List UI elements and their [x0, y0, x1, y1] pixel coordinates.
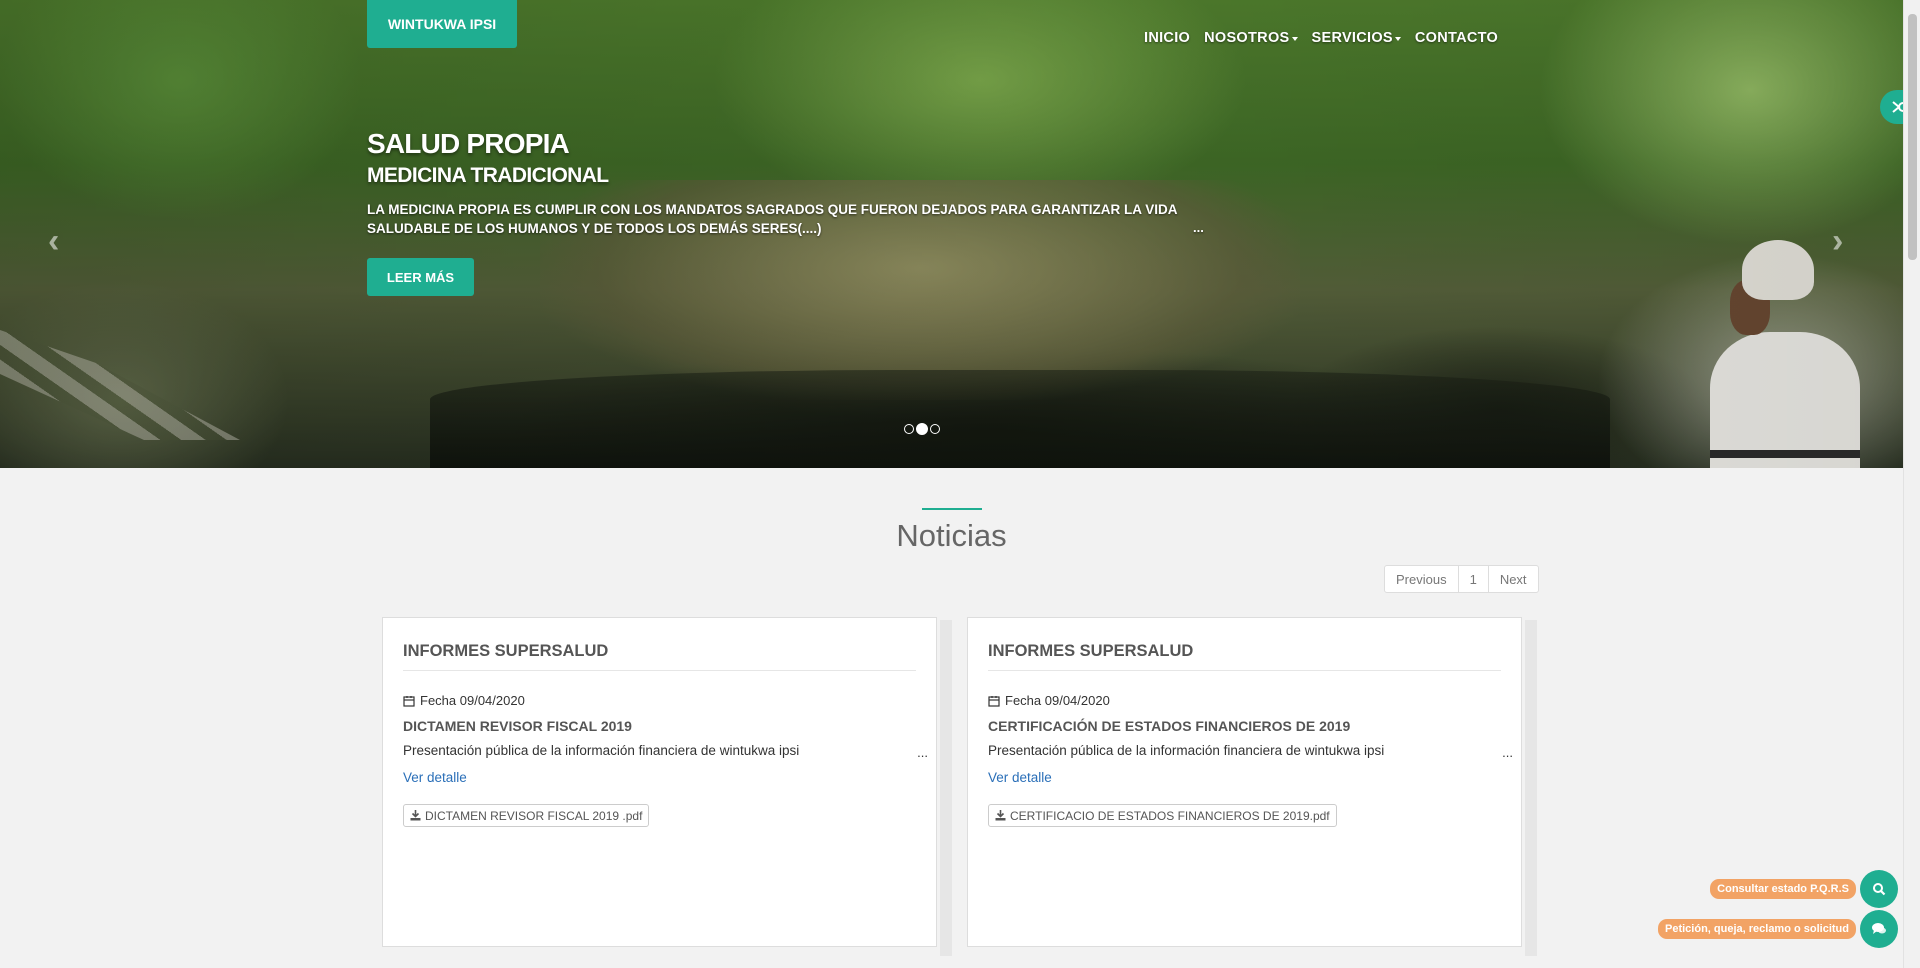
view-detail-link[interactable]: Ver detalle	[988, 770, 1052, 785]
card-date: Fecha 09/04/2020	[403, 693, 525, 708]
nav-item-nosotros[interactable]: NOSOTROS	[1204, 30, 1298, 46]
nav-label: CONTACTO	[1414, 30, 1499, 46]
pqrs-request-label: Petición, queja, reclamo o solicitud	[1658, 919, 1856, 939]
caret-down-icon	[1291, 37, 1298, 41]
card-ellipsis: ...	[917, 745, 928, 760]
caret-down-icon	[1394, 37, 1401, 41]
hero-subtitle: MEDICINA TRADICIONAL	[367, 164, 609, 187]
pagination: Previous 1 Next	[1384, 565, 1539, 593]
card-shadow	[940, 620, 952, 956]
pagination-page-1[interactable]: 1	[1459, 566, 1489, 592]
carousel-indicator-1[interactable]	[904, 424, 914, 434]
carousel-indicator-2[interactable]	[916, 423, 928, 435]
nav-label: NOSOTROS	[1204, 30, 1290, 46]
attachment-download-button[interactable]: CERTIFICACIO DE ESTADOS FINANCIEROS DE 2…	[988, 804, 1337, 827]
page: { "header": { "brand": "WINTUKWA IPSI", …	[0, 0, 1920, 968]
attachment-filename: CERTIFICACIO DE ESTADOS FINANCIEROS DE 2…	[1010, 808, 1330, 823]
pagination-previous[interactable]: Previous	[1385, 566, 1459, 592]
card-divider	[403, 670, 916, 671]
carousel-prev-icon[interactable]: ‹	[48, 222, 59, 261]
news-card: INFORMES SUPERSALUD Fecha 09/04/2020 DIC…	[382, 617, 937, 947]
hero-description: LA MEDICINA PROPIA ES CUMPLIR CON LOS MA…	[367, 202, 1178, 236]
card-category: INFORMES SUPERSALUD	[403, 642, 609, 660]
card-title: DICTAMEN REVISOR FISCAL 2019	[403, 718, 632, 734]
card-summary: Presentación pública de la información f…	[988, 743, 1385, 758]
consult-pqrs-button[interactable]: Consultar estado P.Q.R.S	[1710, 870, 1898, 908]
nav-item-inicio[interactable]: INICIO	[1144, 30, 1190, 46]
consult-pqrs-label: Consultar estado P.Q.R.S	[1710, 879, 1856, 899]
card-category: INFORMES SUPERSALUD	[988, 642, 1194, 660]
nav-item-servicios[interactable]: SERVICIOS	[1312, 30, 1401, 46]
pqrs-request-button[interactable]: Petición, queja, reclamo o solicitud	[1658, 910, 1898, 948]
brand-logo[interactable]: WINTUKWA IPSI	[367, 0, 517, 48]
page-scrollbar[interactable]	[1903, 0, 1920, 968]
view-detail-link[interactable]: Ver detalle	[403, 770, 467, 785]
read-more-button[interactable]: LEER MÁS	[367, 258, 474, 296]
scrollbar-thumb[interactable]	[1908, 14, 1917, 260]
section-title: Noticias	[896, 518, 1007, 553]
attachment-filename: DICTAMEN REVISOR FISCAL 2019 .pdf	[425, 808, 643, 823]
search-icon	[1860, 870, 1898, 908]
card-ellipsis: ...	[1502, 745, 1513, 760]
hero-ellipsis: ...	[1193, 220, 1204, 235]
card-divider	[988, 670, 1501, 671]
nav-item-contacto[interactable]: CONTACTO	[1415, 30, 1498, 46]
carousel-next-icon[interactable]: ›	[1832, 222, 1843, 261]
chat-icon	[1860, 910, 1898, 948]
section-divider	[922, 508, 982, 510]
carousel-indicators	[904, 423, 940, 435]
hero-title: SALUD PROPIA	[367, 128, 570, 159]
news-card: INFORMES SUPERSALUD Fecha 09/04/2020 CER…	[967, 617, 1522, 947]
download-icon	[410, 810, 421, 821]
card-date-text: Fecha 09/04/2020	[1005, 693, 1110, 708]
card-date: Fecha 09/04/2020	[988, 693, 1110, 708]
calendar-icon	[988, 695, 1000, 707]
main-nav: INICIO NOSOTROS SERVICIOS CONTACTO	[1144, 30, 1498, 46]
card-date-text: Fecha 09/04/2020	[420, 693, 525, 708]
calendar-icon	[403, 695, 415, 707]
nav-label: SERVICIOS	[1311, 30, 1393, 46]
card-shadow	[1525, 620, 1537, 956]
card-title: CERTIFICACIÓN DE ESTADOS FINANCIEROS DE …	[988, 718, 1351, 734]
carousel-indicator-3[interactable]	[930, 424, 940, 434]
hero-carousel: WINTUKWA IPSI INICIO NOSOTROS SERVICIOS …	[0, 0, 1903, 468]
card-summary: Presentación pública de la información f…	[403, 743, 800, 758]
nav-label: INICIO	[1144, 30, 1191, 46]
pagination-next[interactable]: Next	[1489, 566, 1538, 592]
download-icon	[995, 810, 1006, 821]
attachment-download-button[interactable]: DICTAMEN REVISOR FISCAL 2019 .pdf	[403, 804, 650, 827]
